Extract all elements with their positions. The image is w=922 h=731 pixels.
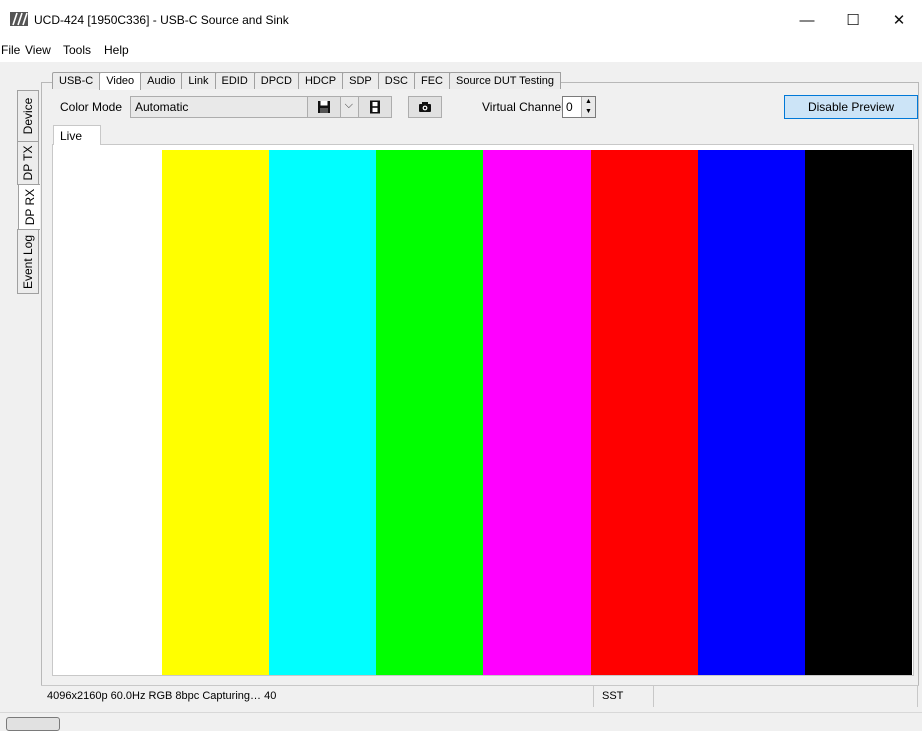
app-logo-icon	[10, 12, 28, 26]
side-tab-dp-rx[interactable]: DP RX	[18, 184, 40, 230]
video-toolbar: Color Mode Automatic ⌵ Virtual Channel: …	[60, 95, 918, 121]
tab-edid[interactable]: EDID	[214, 72, 255, 89]
tab-live[interactable]: Live	[53, 125, 101, 145]
record-video-button[interactable]	[358, 96, 392, 118]
disable-preview-button[interactable]: Disable Preview	[784, 95, 918, 119]
minimize-icon: —	[799, 11, 815, 29]
tab-strip: USB-C Video Audio Link EDID DPCD HDCP SD…	[52, 72, 562, 90]
color-mode-label: Color Mode	[60, 100, 123, 114]
maximize-icon: ☐	[846, 12, 860, 29]
status-separator	[917, 686, 918, 707]
title-bar: UCD-424 [1950C336] - USB-C Source and Si…	[0, 0, 922, 40]
film-icon	[370, 100, 380, 114]
color-bar	[483, 150, 591, 675]
color-bar	[269, 150, 377, 675]
save-icon	[318, 101, 330, 113]
save-button[interactable]	[307, 96, 341, 118]
window-title: UCD-424 [1950C336] - USB-C Source and Si…	[34, 13, 289, 27]
bottom-bar	[0, 712, 922, 731]
tab-fec[interactable]: FEC	[413, 72, 450, 89]
snapshot-button[interactable]	[408, 96, 442, 118]
tab-dsc[interactable]: DSC	[377, 72, 415, 89]
menu-tools[interactable]: Tools	[63, 43, 91, 57]
side-tab-dp-tx[interactable]: DP TX	[17, 141, 39, 185]
status-separator	[653, 686, 654, 707]
tab-hdcp[interactable]: HDCP	[297, 72, 344, 89]
maximize-button[interactable]: ☐	[830, 0, 876, 40]
panel-toggle-button[interactable]	[6, 717, 60, 731]
status-capture-info: 4096x2160p 60.0Hz RGB 8bpc Capturing… 40	[47, 690, 277, 702]
tab-link[interactable]: Link	[181, 72, 216, 89]
tab-sdp[interactable]: SDP	[342, 72, 379, 89]
spinner-arrows-icon[interactable]: ▲ ▼	[581, 97, 595, 117]
menu-bar: File View Tools Help	[0, 40, 922, 62]
camera-icon	[419, 102, 431, 112]
chevron-down-icon: ⌵	[344, 99, 353, 111]
color-bar	[376, 150, 484, 675]
menu-file[interactable]: File	[1, 43, 20, 57]
tab-usb-c[interactable]: USB-C	[52, 72, 101, 89]
virtual-channel-spinner[interactable]: 0 ▲ ▼	[562, 96, 596, 118]
tab-source-dut-testing[interactable]: Source DUT Testing	[448, 72, 562, 89]
minimize-button[interactable]: —	[784, 0, 830, 40]
tab-video[interactable]: Video	[99, 72, 142, 90]
side-tab-device[interactable]: Device	[17, 90, 39, 142]
status-separator	[593, 686, 594, 707]
menu-view[interactable]: View	[25, 43, 51, 57]
status-stream-mode: SST	[602, 690, 624, 702]
color-bars	[162, 150, 912, 675]
tab-audio[interactable]: Audio	[140, 72, 183, 89]
tab-dpcd[interactable]: DPCD	[253, 72, 299, 89]
menu-help[interactable]: Help	[104, 43, 129, 57]
color-bar	[162, 150, 270, 675]
side-tab-event-log[interactable]: Event Log	[17, 229, 39, 294]
virtual-channel-label: Virtual Channel:	[482, 100, 568, 114]
color-bar	[804, 150, 912, 675]
close-button[interactable]: ✕	[876, 0, 922, 40]
video-preview	[52, 144, 914, 676]
virtual-channel-value: 0	[566, 100, 573, 114]
color-bar	[697, 150, 805, 675]
color-mode-value: Automatic	[135, 100, 189, 114]
close-icon: ✕	[892, 12, 906, 29]
status-bar: 4096x2160p 60.0Hz RGB 8bpc Capturing… 40…	[41, 685, 919, 707]
color-bar	[590, 150, 698, 675]
